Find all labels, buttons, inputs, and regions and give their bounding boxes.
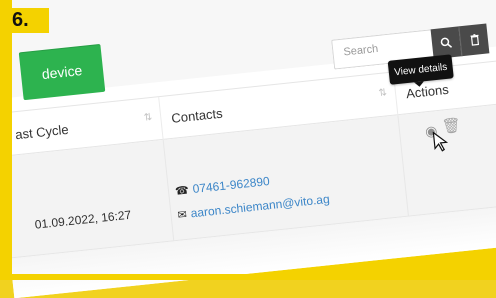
contacts-header-label: Contacts [171,105,224,125]
trash-icon [469,33,480,46]
sort-icon: ⇅ [378,88,387,99]
search-placeholder: Search [343,43,379,59]
last-cycle-header-label: ast Cycle [14,121,69,142]
bottom-frame-edge [0,274,496,280]
cursor-icon [431,130,449,154]
actions-header-label: Actions [405,81,449,100]
phone-icon: ☎ [174,183,189,197]
step-badge: 6. [8,8,49,33]
sort-icon: ⇅ [143,113,152,124]
tooltip-label: View details [394,61,448,77]
add-device-label: device [41,62,83,82]
last-cycle-cell [17,140,173,257]
left-frame-edge [0,0,12,280]
search-icon [439,36,452,49]
add-device-button[interactable]: device [19,44,106,100]
mail-icon: ✉ [177,207,188,221]
bulk-delete-button[interactable] [458,23,489,56]
device-list-screen: device Search ast Cycle ⇅ Contacts ⇅ Act… [0,0,496,298]
